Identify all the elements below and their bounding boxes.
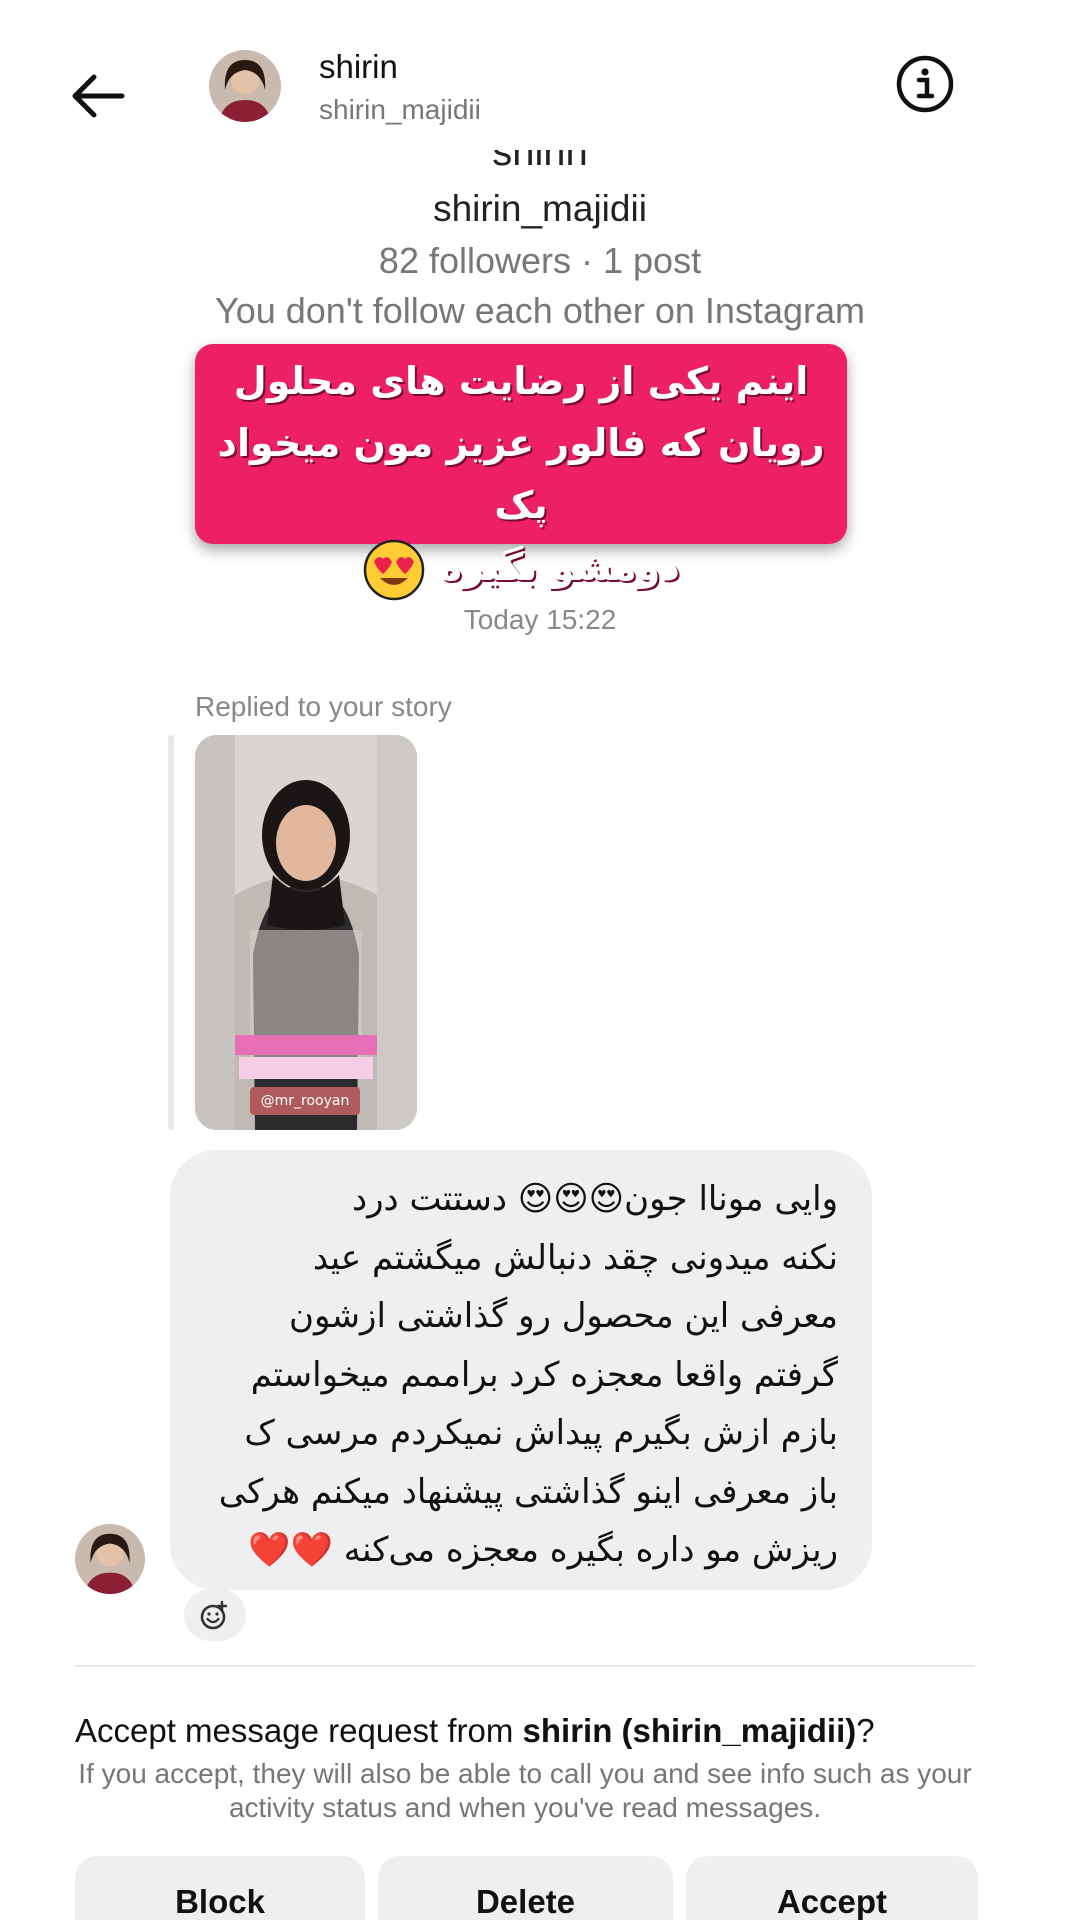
info-circle-icon bbox=[896, 55, 954, 113]
header-name[interactable]: shirin bbox=[319, 48, 398, 86]
accept-button[interactable]: Accept bbox=[686, 1856, 978, 1920]
block-button[interactable]: Block bbox=[75, 1856, 365, 1920]
promo-line-3-text: دومشو بگیره bbox=[439, 545, 680, 589]
message-bubble[interactable]: وایی موناا جون😍😍😍 دستتت درد نکنه میدونی … bbox=[170, 1150, 872, 1590]
chat-header: shirin shirin_majidii bbox=[0, 30, 1080, 150]
request-description: If you accept, they will also be able to… bbox=[78, 1758, 972, 1823]
add-reaction-button[interactable] bbox=[184, 1589, 246, 1641]
header-avatar[interactable] bbox=[209, 50, 281, 122]
sender-avatar[interactable] bbox=[75, 1524, 145, 1594]
request-title-name: shirin (shirin_majidii) bbox=[522, 1712, 857, 1749]
story-mention-tag: @mr_rooyan bbox=[250, 1087, 360, 1115]
delete-button[interactable]: Delete bbox=[378, 1856, 673, 1920]
profile-relationship: You don't follow each other on Instagram bbox=[215, 290, 865, 331]
promo-banner: اینم یکی از رضایت های محلول رویان که فال… bbox=[195, 344, 847, 600]
request-title: Accept message request from shirin (shir… bbox=[75, 1712, 875, 1750]
back-button[interactable] bbox=[64, 60, 134, 130]
heart-eyes-emoji-icon bbox=[363, 539, 425, 600]
header-username[interactable]: shirin_majidii bbox=[319, 94, 481, 126]
reply-indicator-bar bbox=[168, 735, 174, 1130]
divider bbox=[75, 1665, 975, 1667]
info-button[interactable] bbox=[895, 54, 955, 114]
avatar-image bbox=[209, 50, 281, 122]
promo-line-2: رویان که فالور عزیز مون میخواد پک bbox=[217, 421, 825, 527]
promo-line-1: اینم یکی از رضایت های محلول bbox=[233, 359, 809, 403]
request-title-prefix: Accept message request from bbox=[75, 1712, 523, 1749]
request-title-suffix: ? bbox=[856, 1712, 875, 1749]
sender-avatar-image bbox=[75, 1524, 145, 1594]
replied-to-story-label: Replied to your story bbox=[195, 691, 452, 722]
profile-username: shirin_majidii bbox=[433, 188, 647, 229]
profile-name-cut: shirin bbox=[0, 150, 1080, 178]
message-text: وایی موناا جون😍😍😍 دستتت درد نکنه میدونی … bbox=[218, 1179, 838, 1570]
promo-line-3: دومشو بگیره bbox=[195, 536, 847, 602]
story-thumbnail[interactable]: @mr_rooyan bbox=[195, 735, 417, 1130]
profile-stats: 82 followers · 1 post bbox=[378, 240, 702, 281]
message-timestamp: Today 15:22 bbox=[463, 604, 617, 635]
add-reaction-icon bbox=[200, 1600, 228, 1630]
profile-name: shirin bbox=[492, 150, 588, 174]
dm-request-screen: shirin shirin_majidii shirin shirin_maji… bbox=[0, 0, 1080, 1920]
story-image bbox=[195, 735, 417, 1130]
arrow-left-icon bbox=[72, 74, 125, 118]
